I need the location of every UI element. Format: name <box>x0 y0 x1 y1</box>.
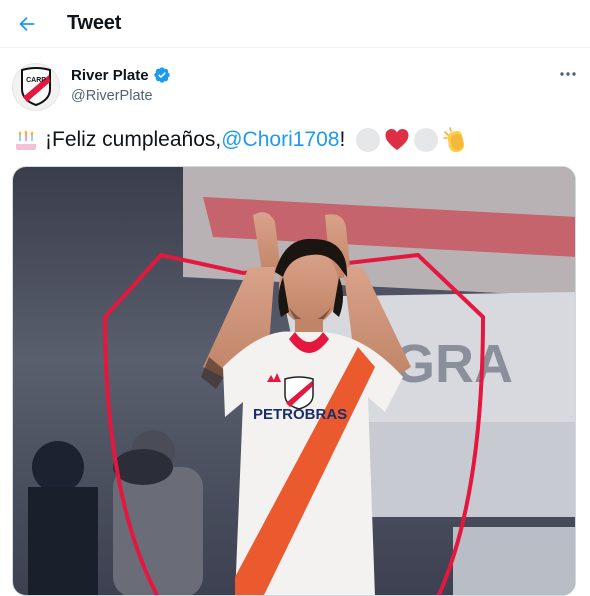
birthday-cake-icon <box>16 130 36 150</box>
red-heart-icon <box>385 129 409 150</box>
river-plate-crest-icon: CARP <box>21 67 51 107</box>
player-photo: GRA PETROBRAS <box>13 167 575 595</box>
more-horizontal-icon <box>560 72 576 76</box>
back-button[interactable] <box>10 7 44 41</box>
author-display-name[interactable]: River Plate <box>71 67 149 84</box>
more-options-button[interactable] <box>556 64 580 84</box>
avatar[interactable]: CARP <box>12 63 60 111</box>
white-circle-icon <box>414 128 439 152</box>
tweet-text: ¡Feliz cumpleaños, @Chori1708 ! <box>13 126 573 154</box>
tweet-media-image[interactable]: GRA PETROBRAS <box>12 166 576 596</box>
author-name-row[interactable]: River Plate <box>71 66 171 84</box>
author-handle[interactable]: @RiverPlate <box>71 88 153 104</box>
verified-badge-icon <box>153 67 170 83</box>
clapping-hands-icon <box>443 127 465 153</box>
tweet-text-prefix: ¡Feliz cumpleaños, <box>45 128 222 151</box>
svg-text:CARP: CARP <box>26 77 46 84</box>
tweet-text-suffix: ! <box>339 128 346 151</box>
top-bar: Tweet <box>0 0 590 48</box>
shirt-sponsor-text: PETROBRAS <box>253 406 347 423</box>
page-title: Tweet <box>67 12 122 34</box>
banner-text: GRA <box>393 334 513 394</box>
arrow-left-icon <box>19 16 35 32</box>
mention-link[interactable]: @Chori1708 <box>221 126 339 154</box>
white-circle-icon <box>356 128 381 152</box>
